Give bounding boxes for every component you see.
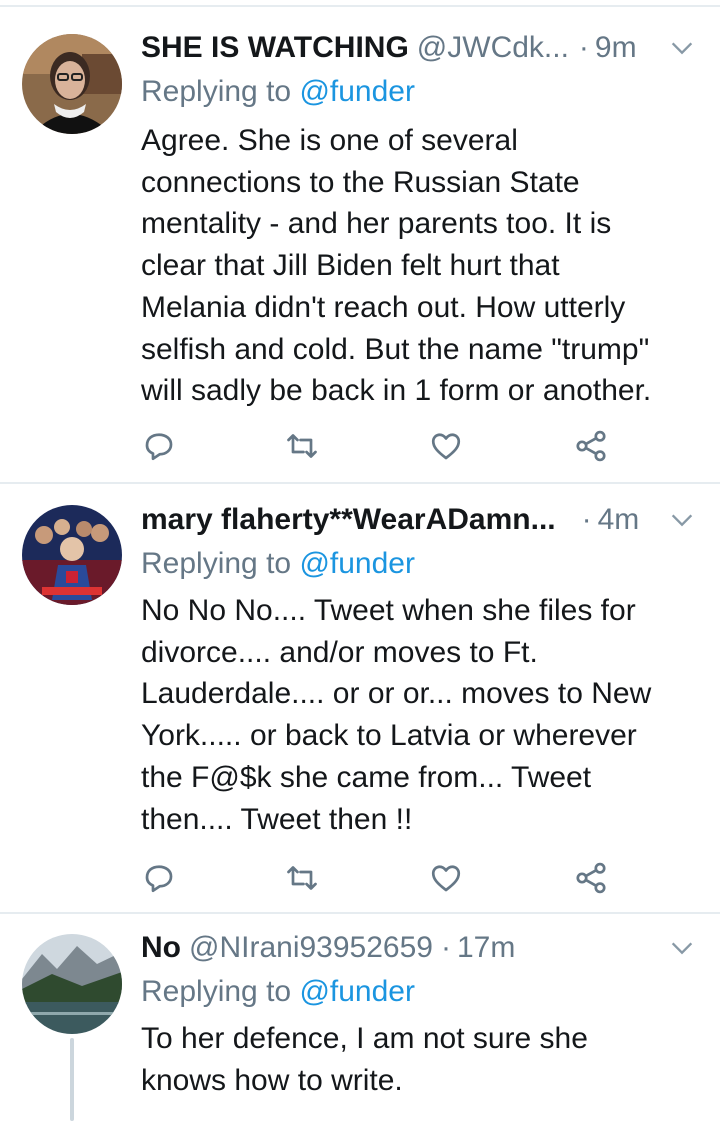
reply-mention-link[interactable]: @funder [299,75,415,108]
share-button[interactable] [573,860,609,896]
timestamp[interactable]: 17m [457,928,515,968]
share-icon [576,862,606,894]
replying-to-label: Replying to [141,975,292,1008]
reply-icon [145,865,173,893]
avatar[interactable] [22,34,122,134]
reply-mention-link[interactable]: @funder [299,547,415,580]
tweet-text: To her defence, I am not sure she knows … [141,1018,701,1101]
reply-button[interactable] [141,860,177,896]
display-name[interactable]: SHE IS WATCHING [141,28,409,68]
tweet-actions [141,860,621,900]
reply-mention-link[interactable]: @funder [299,975,415,1008]
retweet-icon [287,866,317,890]
chevron-down-icon[interactable] [668,934,696,962]
retweet-button[interactable] [284,428,320,464]
thread-connector [70,1038,74,1121]
tweet-text-line: will sadly be back in 1 form or another. [141,374,652,408]
tweet-card[interactable]: No @NIrani93952659 · 17m Replying to @fu… [0,914,720,1121]
separator-dot: · [581,503,592,536]
replying-to: Replying to @funder [141,544,415,584]
tweet-text-line: selfish and cold. But the name "trump" [141,332,650,366]
tweet-text-line: divorce.... and/or moves to Ft. [141,635,538,669]
tweet-text-line: No No No.... Tweet when she files for [141,594,636,627]
user-handle[interactable]: @NIrani93952659 [189,928,433,968]
tweet-text-line: Agree. She is one of several [141,124,518,157]
replying-to-label: Replying to [141,75,292,108]
tweet-header: SHE IS WATCHING @JWCdk... · 9m [141,28,696,68]
tweet-text-line: York..... or back to Latvia or wherever [141,719,637,753]
tweet-text-line: the F@$k she came from... Tweet [141,760,592,794]
tweet-text-line: knows how to write. [141,1063,403,1097]
like-button[interactable] [428,428,464,464]
reply-button[interactable] [141,428,177,464]
reply-icon [145,433,173,461]
tweet-text-line: mentality - and her parents too. It is [141,207,612,241]
tweet-header: No @NIrani93952659 · 17m [141,928,696,968]
chevron-down-icon[interactable] [668,506,696,534]
tweet-text-line: then.... Tweet then !! [141,802,413,836]
chevron-down-icon[interactable] [668,34,696,62]
share-button[interactable] [573,428,609,464]
timestamp[interactable]: 4m [598,500,640,540]
tweet-text-line: clear that Jill Biden felt hurt that [141,249,560,283]
tweet-text-line: connections to the Russian State [141,165,580,199]
tweet-text: Agree. She is one of several connections… [141,120,701,412]
display-name[interactable]: mary flaherty**WearADamn... [141,500,556,540]
tweet-card[interactable]: SHE IS WATCHING @JWCdk... · 9m Replying … [0,0,720,482]
retweet-button[interactable] [284,860,320,896]
tweet-actions [141,428,621,468]
like-icon [431,865,461,892]
tweet-text: No No No.... Tweet when she files for di… [141,590,701,840]
replying-to: Replying to @funder [141,972,415,1012]
separator-dot: · [578,31,589,64]
replying-to: Replying to @funder [141,72,415,112]
share-icon [576,430,606,462]
like-button[interactable] [428,860,464,896]
retweet-icon [287,434,317,458]
user-handle[interactable]: @JWCdk... [417,28,569,68]
tweet-text-line: Melania didn't reach out. How utterly [141,290,626,324]
like-icon [431,433,461,460]
replying-to-label: Replying to [141,547,292,580]
tweet-text-line: Lauderdale.... or or or... moves to New [141,677,652,711]
tweet-text-line: To her defence, I am not sure she [141,1022,588,1055]
display-name[interactable]: No [141,928,181,968]
tweet-card[interactable]: mary flaherty**WearADamn... · 4m Replyin… [0,484,720,912]
timestamp[interactable]: 9m [595,28,637,68]
separator-dot: · [440,931,451,964]
tweet-header: mary flaherty**WearADamn... · 4m [141,500,696,540]
avatar[interactable] [22,934,122,1034]
avatar[interactable] [22,505,122,605]
